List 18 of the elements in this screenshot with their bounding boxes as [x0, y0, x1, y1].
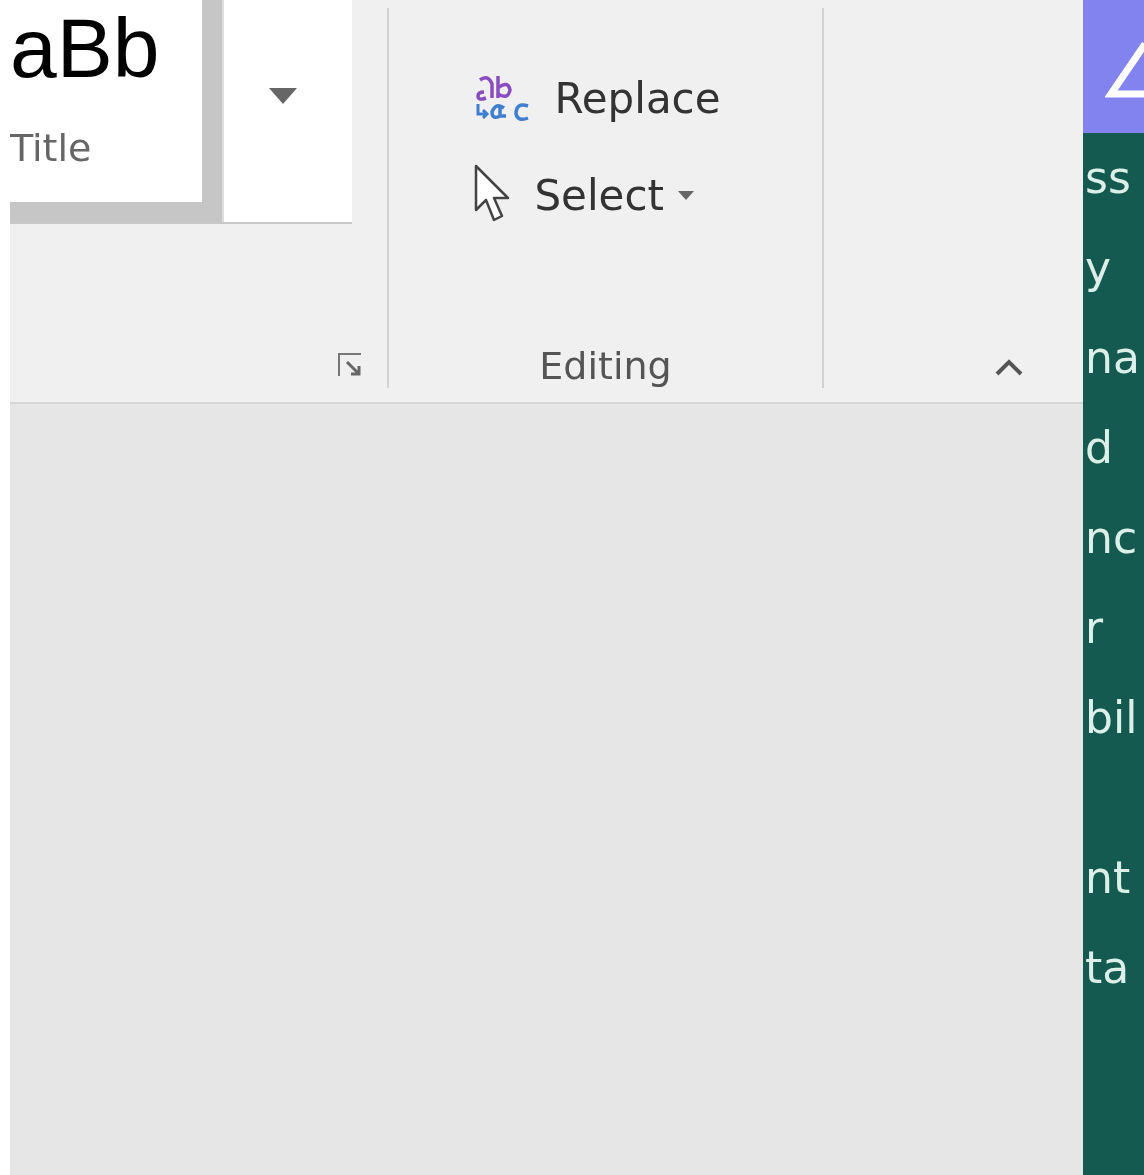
panel-text: r: [1085, 601, 1104, 655]
style-name: Title: [10, 126, 93, 170]
panel-text: nc: [1085, 511, 1138, 565]
style-tile[interactable]: aBb Title: [10, 0, 222, 222]
panel-text: ta: [1085, 941, 1130, 995]
replace-button[interactable]: Replace: [470, 72, 721, 124]
group-label: Editing: [539, 344, 672, 388]
collapse-icon[interactable]: [993, 358, 1024, 376]
panel-text: na: [1085, 331, 1140, 385]
dropdown-icon[interactable]: [269, 88, 297, 104]
select-button[interactable]: Select: [470, 164, 694, 226]
panel-text: d: [1085, 421, 1113, 475]
style-preview: aBb: [10, 0, 161, 96]
panel-text: bil: [1085, 691, 1138, 745]
panel-text: nt: [1085, 851, 1131, 905]
panel-text: ss: [1085, 151, 1131, 205]
caret-icon: [678, 190, 694, 200]
panel-text: y: [1085, 241, 1112, 295]
